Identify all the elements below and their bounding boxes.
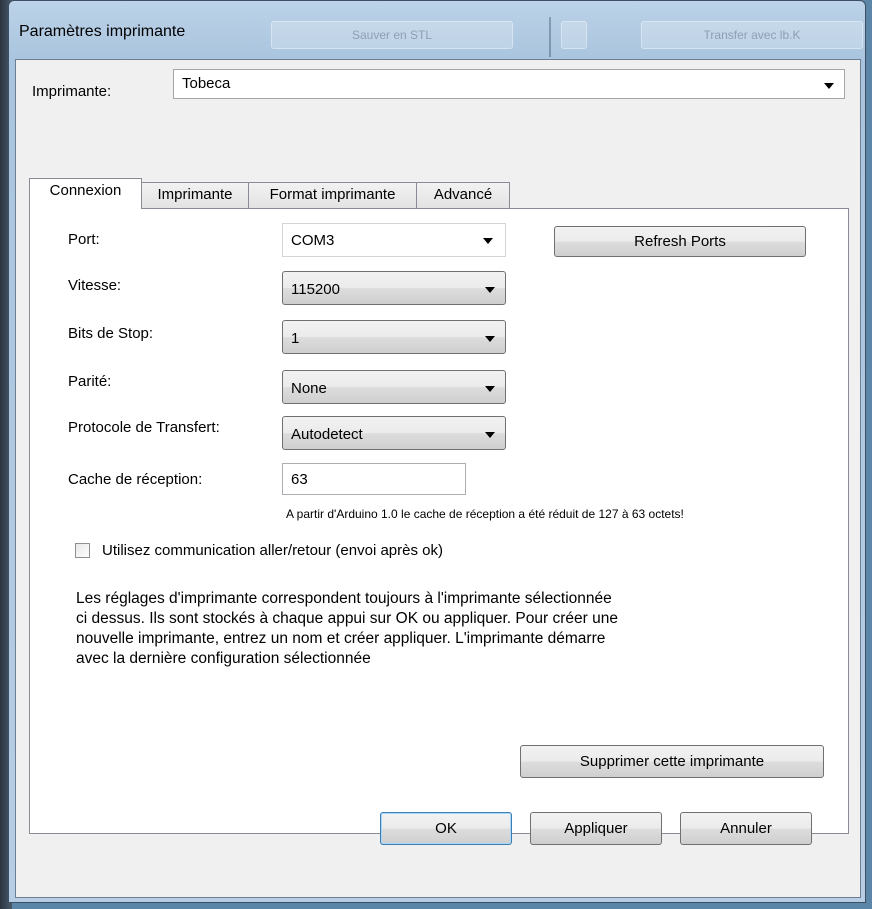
background-tab-left: Sauver en STL (271, 21, 513, 49)
dialog-client: Imprimante: Tobeca Port: COM3 Refresh Po… (15, 59, 861, 898)
tab-advance[interactable]: Advancé (416, 182, 510, 208)
speed-select[interactable]: 115200 (282, 271, 506, 305)
speed-select-value: 115200 (291, 281, 340, 298)
port-select-value: COM3 (291, 232, 335, 249)
chevron-down-icon[interactable] (824, 83, 834, 89)
tab-format-imprimante[interactable]: Format imprimante (248, 182, 417, 208)
protocol-select-value: Autodetect (291, 426, 363, 443)
tab-connexion[interactable]: Connexion (29, 178, 142, 209)
apply-button[interactable]: Appliquer (530, 812, 662, 845)
pingpong-checkbox[interactable] (75, 543, 90, 558)
chevron-down-icon[interactable] (485, 386, 495, 392)
stopbits-select-value: 1 (291, 330, 300, 347)
pingpong-label[interactable]: Utilisez communication aller/retour (env… (102, 542, 443, 559)
window-title: Paramètres imprimante (19, 23, 186, 40)
info-text: Les réglages d'imprimante correspondent … (76, 590, 618, 667)
cancel-button[interactable]: Annuler (680, 812, 812, 845)
printer-settings-dialog: Paramètres imprimante Sauver en STL Tran… (8, 0, 866, 903)
ok-button[interactable]: OK (380, 812, 512, 845)
background-tab-right: Transfer avec lb.K (641, 21, 863, 49)
background-icon (561, 21, 587, 49)
stopbits-select[interactable]: 1 (282, 320, 506, 354)
cache-input[interactable]: 63 (282, 463, 466, 495)
speed-label: Vitesse: (68, 277, 122, 294)
printer-label: Imprimante: (32, 83, 112, 100)
tab-imprimante[interactable]: Imprimante (141, 182, 249, 208)
port-label: Port: (68, 231, 100, 248)
printer-select-value: Tobeca (182, 75, 231, 92)
tab-panel-connexion: Port: COM3 Refresh Ports Vitesse: 115200… (29, 208, 849, 834)
cache-note: A partir d'Arduino 1.0 le cache de récep… (286, 507, 684, 521)
parity-label: Parité: (68, 373, 112, 390)
protocol-select[interactable]: Autodetect (282, 416, 506, 450)
stopbits-label: Bits de Stop: (68, 325, 154, 342)
chevron-down-icon[interactable] (483, 238, 493, 244)
chevron-down-icon[interactable] (485, 336, 495, 342)
delete-printer-button[interactable]: Supprimer cette imprimante (520, 745, 824, 778)
parity-select-value: None (291, 380, 327, 397)
cache-label: Cache de réception: (68, 471, 203, 488)
port-select[interactable]: COM3 (282, 223, 506, 257)
background-divider (549, 17, 551, 57)
chevron-down-icon[interactable] (485, 432, 495, 438)
cache-input-value: 63 (291, 471, 308, 488)
refresh-ports-button[interactable]: Refresh Ports (554, 226, 806, 257)
title-bar[interactable]: Paramètres imprimante Sauver en STL Tran… (9, 1, 865, 61)
parity-select[interactable]: None (282, 370, 506, 404)
chevron-down-icon[interactable] (485, 287, 495, 293)
printer-select[interactable]: Tobeca (173, 69, 845, 99)
protocol-label: Protocole de Transfert: (68, 419, 220, 436)
